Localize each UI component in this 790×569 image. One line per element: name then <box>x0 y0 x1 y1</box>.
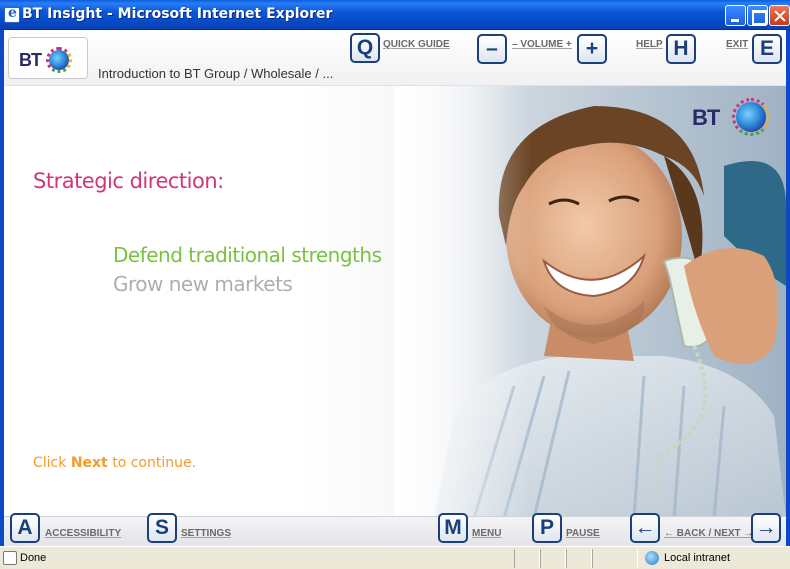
bt-ring-icon <box>46 47 72 73</box>
quick-guide-button[interactable]: Q <box>350 33 380 63</box>
status-divider <box>514 549 540 568</box>
minimize-button[interactable] <box>725 5 746 26</box>
status-divider <box>592 549 638 568</box>
slide-heading: Strategic direction: <box>33 169 224 193</box>
maximize-button[interactable] <box>747 5 768 26</box>
status-divider <box>540 549 566 568</box>
quick-guide-label[interactable]: QUICK GUIDE <box>383 39 450 50</box>
status-text: Done <box>20 552 47 564</box>
window-title-bar[interactable]: BT Insight - Microsoft Internet Explorer <box>0 0 790 30</box>
next-button[interactable]: → <box>751 513 781 543</box>
exit-button[interactable]: E <box>752 34 782 64</box>
slide-content: BT Strategic direction: Defend tradition… <box>4 86 786 518</box>
pause-label[interactable]: PAUSE <box>566 528 600 539</box>
zone-text: Local intranet <box>664 552 731 564</box>
app-content: BT Introduction to BT Group / Wholesale … <box>4 30 786 546</box>
volume-label: – VOLUME + <box>512 39 572 50</box>
window-frame-right <box>786 30 790 546</box>
back-button[interactable]: ← <box>630 513 660 543</box>
help-button[interactable]: H <box>666 34 696 64</box>
status-divider <box>566 549 592 568</box>
exit-label[interactable]: EXIT <box>726 39 748 50</box>
settings-label[interactable]: SETTINGS <box>181 528 231 539</box>
menu-button[interactable]: M <box>438 513 468 543</box>
bullet-defend-strengths: Defend traditional strengths <box>113 243 382 267</box>
window-title: BT Insight - Microsoft Internet Explorer <box>22 6 333 22</box>
bt-logo-text: BT <box>19 50 42 70</box>
man-on-phone-photo <box>394 86 786 518</box>
top-toolbar: BT Introduction to BT Group / Wholesale … <box>4 30 786 86</box>
bt-logo-slide-text: BT <box>692 105 720 130</box>
back-next-label: ← BACK / NEXT → <box>664 528 754 539</box>
page-icon <box>3 551 17 565</box>
bt-logo-header: BT <box>8 37 88 79</box>
bottom-toolbar: A ACCESSIBILITY S SETTINGS M MENU P PAUS… <box>4 513 786 546</box>
pause-button[interactable]: P <box>532 513 562 543</box>
bt-logo-slide: BT <box>692 92 772 138</box>
continue-instruction: Click Next to continue. <box>33 455 197 471</box>
close-button[interactable] <box>769 5 790 26</box>
volume-up-button[interactable]: + <box>577 34 607 64</box>
accessibility-button[interactable]: A <box>10 513 40 543</box>
ie-icon <box>4 5 20 23</box>
settings-button[interactable]: S <box>147 513 177 543</box>
volume-down-button[interactable]: – <box>477 34 507 64</box>
help-label[interactable]: HELP <box>636 39 663 50</box>
accessibility-label[interactable]: ACCESSIBILITY <box>45 528 121 539</box>
bullet-grow-markets: Grow new markets <box>113 272 293 296</box>
intranet-zone-icon <box>645 551 659 565</box>
status-bar: Done Local intranet <box>0 546 790 569</box>
bt-slide-ring-icon <box>732 98 770 136</box>
breadcrumb: Introduction to BT Group / Wholesale / .… <box>98 66 334 81</box>
menu-label[interactable]: MENU <box>472 528 501 539</box>
